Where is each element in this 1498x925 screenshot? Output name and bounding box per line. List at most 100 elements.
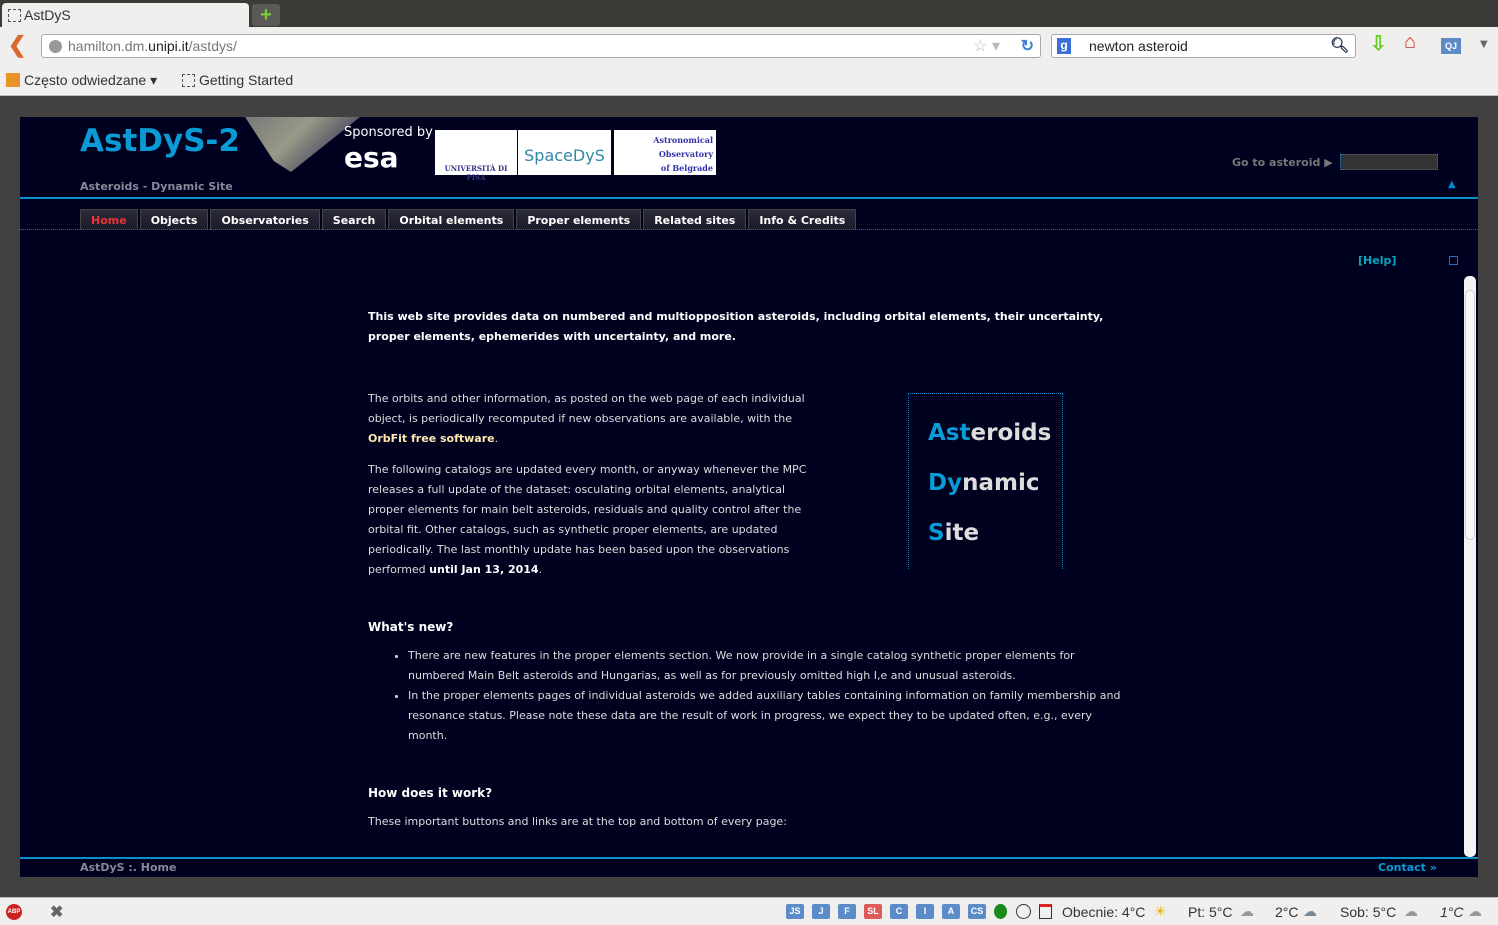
divider [20, 857, 1478, 859]
addon-buttons: JS J F SL C I A CS [786, 904, 994, 919]
rain-cloud-icon: ☁ [1303, 903, 1317, 919]
tab-proper-elements[interactable]: Proper elements [516, 209, 642, 230]
belgrade-line: of Belgrade [660, 163, 713, 173]
status-bar: ABP ✖ JS J F SL C I A CS Obecnie: 4°C ☀ … [0, 897, 1498, 925]
contact-link[interactable]: Contact » [1378, 861, 1437, 874]
google-icon[interactable]: g [1057, 38, 1071, 54]
close-icon[interactable]: ✖ [50, 902, 63, 922]
status-indicator-icon[interactable] [994, 904, 1007, 919]
goto-asteroid-input[interactable] [1340, 154, 1438, 170]
addon-button[interactable]: SL [864, 904, 882, 919]
addon-button[interactable]: A [942, 904, 960, 919]
addon-button[interactable]: J [812, 904, 830, 919]
menu-chevron-icon[interactable]: ▼ [1480, 39, 1488, 50]
url-bar[interactable]: hamilton.dm.unipi.it/astdys/ ☆ ▾ ↻ [41, 34, 1041, 58]
spacedys-logo[interactable]: SpaceDyS [518, 130, 611, 175]
download-icon[interactable]: ⇩ [1370, 31, 1387, 56]
addon-button[interactable]: F [838, 904, 856, 919]
text: . [538, 563, 543, 576]
reload-icon[interactable]: ↻ [1021, 36, 1034, 56]
tab-related-sites[interactable]: Related sites [643, 209, 747, 230]
weather-sat-night[interactable]: 1°C [1440, 904, 1464, 920]
qj-icon[interactable]: QJ [1441, 38, 1461, 54]
clock-icon[interactable] [1016, 904, 1031, 919]
browser-tab[interactable]: AstDyS [2, 3, 249, 28]
home-icon[interactable]: ⌂ [1404, 31, 1416, 54]
tab-objects[interactable]: Objects [139, 209, 209, 230]
site-name-box: Asteroids Dynamic Site [908, 393, 1063, 569]
site-container: AstDyS-2 Sponsored by esa UNIVERSITÀ DI … [20, 117, 1478, 877]
belgrade-line: Astronomical [653, 135, 713, 145]
addon-button[interactable]: C [890, 904, 908, 919]
help-link[interactable]: [Help] [1358, 254, 1396, 267]
addon-button[interactable]: CS [968, 904, 986, 919]
breadcrumb[interactable]: AstDyS :. Home [80, 861, 176, 874]
popup-icon[interactable] [1449, 256, 1458, 265]
browser-tab-bar: AstDyS + [0, 0, 1498, 28]
url-domain: unipi.it [148, 38, 189, 54]
tab-info-credits[interactable]: Info & Credits [748, 209, 857, 230]
site-subtitle: Asteroids - Dynamic Site [80, 180, 233, 193]
page-icon [182, 74, 195, 87]
list-item: There are new features in the proper ele… [408, 646, 1128, 686]
divider [20, 197, 1478, 199]
sidebox-word: Asteroids [928, 420, 1052, 446]
news-list: There are new features in the proper ele… [368, 646, 1128, 746]
addon-button[interactable]: JS [786, 904, 804, 919]
bookmark-often-visited[interactable]: Często odwiedzane ▾ [24, 72, 157, 89]
calendar-icon[interactable] [1039, 904, 1052, 919]
browser-toolbar: ❮ hamilton.dm.unipi.it/astdys/ ☆ ▾ ↻ g newt… [0, 27, 1498, 65]
addon-button[interactable]: I [916, 904, 934, 919]
goto-asteroid-label: Go to asteroid ▶ [1232, 156, 1333, 169]
tab-orbital-elements[interactable]: Orbital elements [388, 209, 515, 230]
site-logo[interactable]: AstDyS-2 [80, 123, 240, 159]
pisa-logo[interactable]: UNIVERSITÀ DI PISA [435, 130, 517, 182]
url-prefix: hamilton.dm. [68, 38, 149, 54]
text: The orbits and other information, as pos… [368, 392, 805, 425]
tab-title: AstDyS [24, 7, 71, 23]
search-input[interactable]: g newton asteroid 🔍︎ [1051, 34, 1356, 58]
whats-new-heading: What's new? [368, 620, 454, 634]
divider [20, 229, 1478, 230]
scrollbar[interactable] [1464, 276, 1476, 857]
belgrade-logo[interactable]: Astronomical Observatory of Belgrade [614, 130, 716, 175]
page-icon [8, 9, 21, 22]
tab-observatories[interactable]: Observatories [210, 209, 320, 230]
scrollbar-thumb[interactable] [1465, 290, 1475, 540]
cloud-icon: ☁ [1468, 903, 1482, 919]
sun-cloud-icon: ☀ [1154, 903, 1167, 919]
weather-now[interactable]: Obecnie: 4°C [1062, 904, 1145, 920]
text: The following catalogs are updated every… [368, 463, 807, 576]
paragraph: The following catalogs are updated every… [368, 460, 813, 580]
weather-sat[interactable]: Sob: 5°C [1340, 904, 1396, 920]
orbfit-link[interactable]: OrbFit free software [368, 432, 495, 445]
asteroid-image [245, 117, 360, 172]
tab-search[interactable]: Search [321, 209, 387, 230]
adblock-icon[interactable]: ABP [6, 904, 22, 920]
how-works-heading: How does it work? [368, 786, 493, 800]
weather-fri[interactable]: Pt: 5°C [1188, 904, 1233, 920]
sidebox-word: Site [928, 520, 980, 546]
cloud-icon: ☁ [1240, 903, 1254, 919]
bookmark-getting-started[interactable]: Getting Started [199, 72, 293, 88]
list-item: In the proper elements pages of individu… [408, 686, 1128, 746]
back-button[interactable]: ❮ [8, 32, 26, 58]
globe-icon [49, 40, 62, 53]
lead-text: This web site provides data on numbered … [368, 310, 1104, 343]
scroll-top-arrow-icon[interactable]: ▲ [1448, 179, 1456, 190]
bookmark-star-icon[interactable]: ☆ ▾ [973, 36, 1000, 56]
paragraph: These important buttons and links are at… [368, 815, 787, 828]
tab-home[interactable]: Home [80, 209, 138, 230]
new-tab-button[interactable]: + [252, 4, 280, 26]
update-date: until Jan 13, 2014 [429, 563, 539, 576]
main-content: This web site provides data on numbered … [368, 307, 1128, 832]
main-menu: Home Objects Observatories Search Orbita… [80, 209, 857, 230]
text: . [494, 432, 499, 445]
sidebox-word: Dynamic [928, 470, 1040, 496]
search-icon[interactable]: 🔍︎ [1330, 36, 1349, 54]
folder-icon [6, 73, 20, 87]
weather-fri-night[interactable]: 2°C [1275, 904, 1299, 920]
esa-logo[interactable]: esa [344, 141, 399, 174]
bookmarks-bar: Często odwiedzane ▾ Getting Started [0, 65, 1498, 96]
paragraph: The orbits and other information, as pos… [368, 389, 813, 449]
